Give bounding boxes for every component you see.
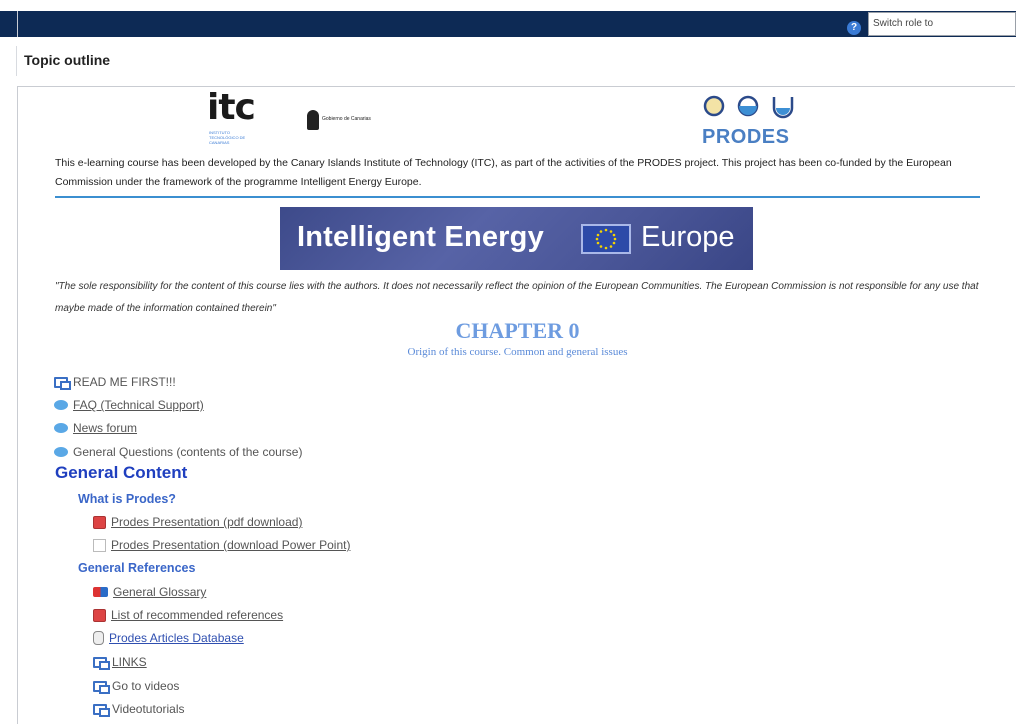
glossary-icon	[93, 587, 108, 597]
recommended-references-link[interactable]: List of recommended references	[111, 608, 283, 622]
what-is-prodes-heading: What is Prodes?	[78, 492, 176, 506]
chapter-subtitle: Origin of this course. Common and genera…	[407, 346, 628, 358]
banner-text-right: Europe	[641, 221, 735, 253]
general-questions-link[interactable]: General Questions (contents of the cours…	[73, 445, 302, 459]
intro-paragraph: This e-learning course has been develope…	[55, 157, 952, 188]
banner-text-left: Intelligent Energy	[297, 221, 544, 253]
pdf-icon	[93, 515, 106, 529]
top-navbar	[0, 11, 1016, 37]
list-item-read-me[interactable]: READ ME FIRST!!!	[54, 375, 176, 390]
database-icon	[93, 631, 104, 645]
eu-flag-icon	[581, 224, 631, 254]
prodes-logo-text: PRODES	[702, 126, 790, 148]
list-item-recommended-references[interactable]: List of recommended references	[93, 608, 283, 622]
go-to-videos-link[interactable]: Go to videos	[112, 679, 179, 693]
faq-link[interactable]: FAQ (Technical Support)	[73, 398, 204, 412]
disclaimer-text: "The sole responsibility for the content…	[55, 281, 979, 314]
general-content-heading: General Content	[55, 463, 188, 482]
navbar-left-edge	[0, 11, 18, 37]
gobierno-canarias-emblem	[307, 110, 319, 130]
help-icon[interactable]: ?	[847, 21, 861, 35]
list-item-glossary[interactable]: General Glossary	[93, 585, 206, 599]
resource-icon	[93, 680, 110, 694]
links-link[interactable]: LINKS	[112, 655, 147, 669]
forum-icon	[54, 447, 68, 457]
forum-icon	[54, 423, 68, 433]
list-item-articles-database[interactable]: Prodes Articles Database	[93, 631, 244, 645]
divider	[55, 196, 980, 198]
presentation-ppt-link[interactable]: Prodes Presentation (download Power Poin…	[111, 538, 350, 552]
presentation-pdf-link[interactable]: Prodes Presentation (pdf download)	[111, 515, 302, 529]
list-item-videotutorials[interactable]: Videotutorials	[93, 702, 185, 717]
itc-logo-subtext: INSTITUTO TECNOLÓGICO DE CANARIAS	[209, 130, 246, 145]
list-item-faq[interactable]: FAQ (Technical Support)	[54, 398, 204, 412]
glossary-link[interactable]: General Glossary	[113, 585, 206, 599]
forum-icon	[54, 400, 68, 410]
gobierno-canarias-text: Gobierno de Canarias	[322, 116, 371, 122]
powerpoint-icon	[93, 538, 106, 552]
intelligent-energy-europe-banner: Intelligent Energy Europe	[280, 207, 753, 270]
page-title: Topic outline	[24, 52, 111, 68]
list-item-links[interactable]: LINKS	[93, 655, 147, 670]
list-item-presentation-pdf[interactable]: Prodes Presentation (pdf download)	[93, 515, 302, 529]
list-item-general-questions[interactable]: General Questions (contents of the cours…	[54, 445, 302, 459]
articles-database-link[interactable]: Prodes Articles Database	[109, 631, 244, 645]
videotutorials-link[interactable]: Videotutorials	[112, 702, 185, 716]
itc-logo: itc	[207, 87, 256, 128]
prodes-logo-icons	[703, 95, 794, 119]
general-references-heading: General References	[78, 561, 196, 575]
resource-icon	[93, 656, 110, 670]
list-item-presentation-ppt[interactable]: Prodes Presentation (download Power Poin…	[93, 538, 350, 552]
divider	[16, 46, 17, 76]
chapter-title: CHAPTER 0	[455, 318, 580, 343]
list-item-go-to-videos[interactable]: Go to videos	[93, 679, 179, 694]
pdf-icon	[93, 608, 106, 622]
read-me-link[interactable]: READ ME FIRST!!!	[73, 375, 176, 389]
news-forum-link[interactable]: News forum	[73, 421, 137, 435]
list-item-news[interactable]: News forum	[54, 421, 137, 435]
resource-icon	[93, 703, 110, 717]
switch-role-select[interactable]: Switch role to	[868, 12, 1016, 36]
resource-icon	[54, 376, 71, 390]
